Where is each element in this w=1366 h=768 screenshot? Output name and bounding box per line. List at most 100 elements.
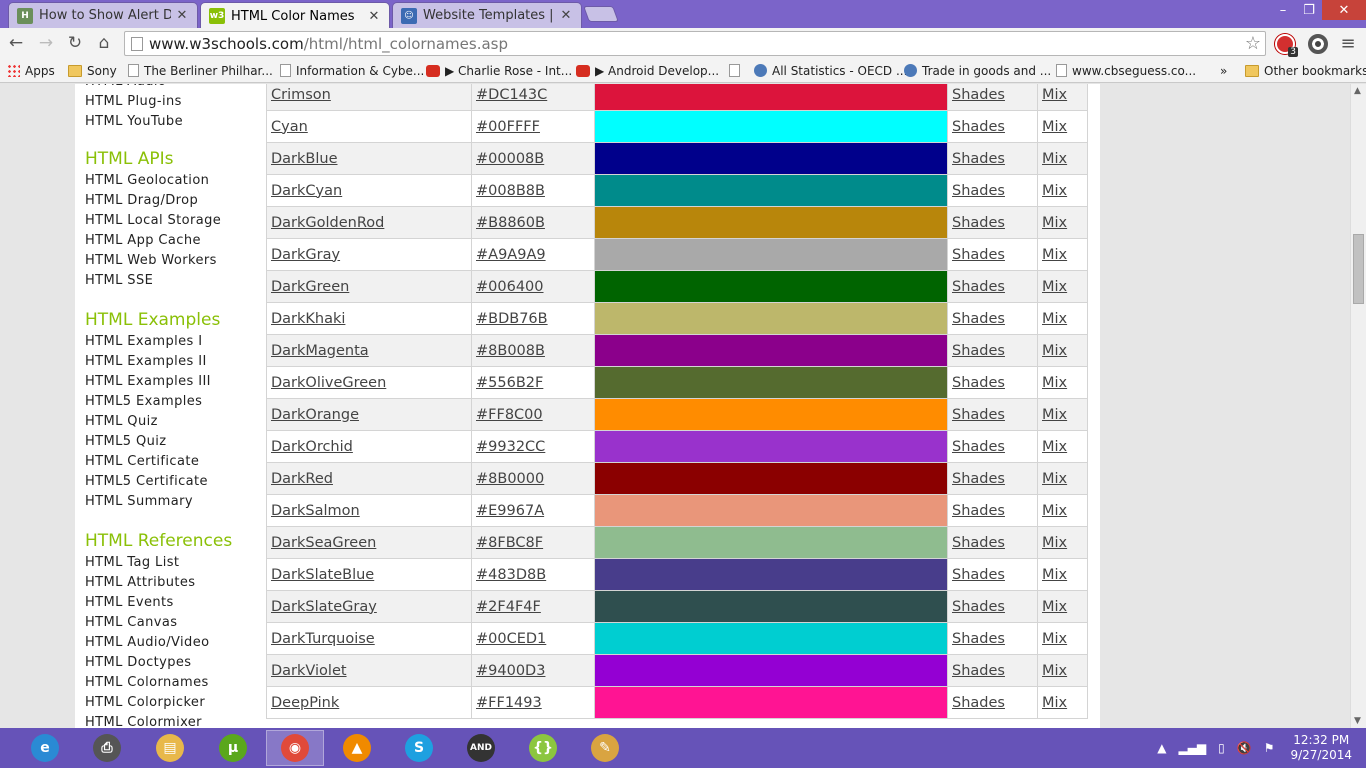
battery-icon[interactable]: ▯ — [1218, 741, 1225, 755]
taskbar-app[interactable]: ▲ — [328, 730, 386, 766]
color-name-link[interactable]: Crimson — [271, 87, 331, 103]
sidebar-link[interactable]: HTML Doctypes — [85, 655, 191, 670]
mix-link[interactable]: Mix — [1042, 119, 1067, 135]
new-tab-button[interactable] — [583, 6, 619, 22]
color-hex-link[interactable]: #006400 — [476, 279, 544, 295]
adblock-extension-icon[interactable]: 3 — [1275, 34, 1298, 57]
bookmark-trade-goods[interactable]: Trade in goods and ... — [904, 62, 1051, 79]
sidebar-link[interactable]: HTML Summary — [85, 494, 193, 509]
tab-alert-dialog[interactable]: H How to Show Alert Dialog ✕ — [8, 2, 198, 28]
sidebar-link[interactable]: HTML YouTube — [85, 114, 183, 129]
bookmark-blank-page[interactable] — [729, 62, 745, 79]
color-hex-link[interactable]: #00CED1 — [476, 631, 546, 647]
taskbar-app[interactable]: e — [16, 730, 74, 766]
bookmark-sony[interactable]: Sony — [68, 62, 117, 79]
color-hex-link[interactable]: #FF1493 — [476, 695, 542, 711]
mix-link[interactable]: Mix — [1042, 343, 1067, 359]
bookmark-overflow-chevron[interactable]: » — [1220, 62, 1227, 79]
bookmark-star-icon[interactable]: ☆ — [1245, 33, 1261, 54]
taskbar-app[interactable]: ✎ — [576, 730, 634, 766]
sidebar-link[interactable]: HTML Canvas — [85, 615, 177, 630]
sidebar-link[interactable]: HTML5 Quiz — [85, 434, 167, 449]
shades-link[interactable]: Shades — [952, 663, 1005, 679]
shades-link[interactable]: Shades — [952, 599, 1005, 615]
sidebar-link[interactable]: HTML Colorpicker — [85, 695, 205, 710]
shades-link[interactable]: Shades — [952, 183, 1005, 199]
sidebar-link[interactable]: HTML Colornames — [85, 675, 209, 690]
color-hex-link[interactable]: #8B008B — [476, 343, 545, 359]
shades-link[interactable]: Shades — [952, 247, 1005, 263]
bookmark-other-bookmarks[interactable]: Other bookmarks — [1245, 62, 1366, 79]
system-clock[interactable]: 12:32 PM 9/27/2014 — [1290, 733, 1352, 763]
forward-arrow-icon[interactable]: → — [36, 33, 56, 53]
sidebar-link[interactable]: HTML Events — [85, 595, 174, 610]
color-name-link[interactable]: DarkGray — [271, 247, 340, 263]
sidebar-link[interactable]: HTML App Cache — [85, 233, 201, 248]
shades-link[interactable]: Shades — [952, 279, 1005, 295]
shades-link[interactable]: Shades — [952, 439, 1005, 455]
address-bar[interactable]: www.w3schools.com/html/html_colornames.a… — [124, 31, 1266, 56]
taskbar-app[interactable]: µ — [204, 730, 262, 766]
shades-link[interactable]: Shades — [952, 215, 1005, 231]
color-name-link[interactable]: DarkOrange — [271, 407, 359, 423]
color-hex-link[interactable]: #9932CC — [476, 439, 545, 455]
network-signal-icon[interactable]: ▂▄▆ — [1178, 741, 1206, 755]
color-name-link[interactable]: Cyan — [271, 119, 308, 135]
mix-link[interactable]: Mix — [1042, 567, 1067, 583]
color-hex-link[interactable]: #E9967A — [476, 503, 544, 519]
mix-link[interactable]: Mix — [1042, 439, 1067, 455]
color-name-link[interactable]: DarkMagenta — [271, 343, 369, 359]
mix-link[interactable]: Mix — [1042, 279, 1067, 295]
mix-link[interactable]: Mix — [1042, 375, 1067, 391]
bookmark-berliner[interactable]: The Berliner Philhar... — [128, 62, 273, 79]
sidebar-link[interactable]: HTML Plug-ins — [85, 94, 182, 109]
bookmark-charlie-rose[interactable]: ▶ Charlie Rose - Int... — [426, 62, 572, 79]
shades-link[interactable]: Shades — [952, 567, 1005, 583]
sidebar-link[interactable]: HTML5 Examples — [85, 394, 202, 409]
color-name-link[interactable]: DarkGoldenRod — [271, 215, 384, 231]
sidebar-link[interactable]: HTML Colormixer — [85, 715, 202, 728]
sidebar-link[interactable]: HTML Examples III — [85, 374, 211, 389]
color-hex-link[interactable]: #00008B — [476, 151, 544, 167]
shades-link[interactable]: Shades — [952, 343, 1005, 359]
shades-link[interactable]: Shades — [952, 407, 1005, 423]
taskbar-app[interactable]: ◉ — [266, 730, 324, 766]
shades-link[interactable]: Shades — [952, 311, 1005, 327]
scroll-down-arrow-icon[interactable]: ▼ — [1354, 716, 1361, 726]
sidebar-link[interactable]: HTML Examples II — [85, 354, 207, 369]
reload-icon[interactable]: ↻ — [65, 33, 85, 53]
color-name-link[interactable]: DeepPink — [271, 695, 339, 711]
vertical-scrollbar[interactable]: ▲ ▼ — [1350, 84, 1366, 728]
tab-html-color-names[interactable]: w3 HTML Color Names ✕ — [200, 2, 390, 29]
tab-close-icon[interactable]: ✕ — [559, 8, 573, 23]
mix-link[interactable]: Mix — [1042, 407, 1067, 423]
bookmark-android-develop[interactable]: ▶ Android Develop... — [576, 62, 719, 79]
taskbar-app[interactable]: AND — [452, 730, 510, 766]
color-name-link[interactable]: DarkRed — [271, 471, 333, 487]
bookmark-oecd[interactable]: All Statistics - OECD ... — [754, 62, 907, 79]
mix-link[interactable]: Mix — [1042, 215, 1067, 231]
sidebar-link[interactable]: HTML Tag List — [85, 555, 179, 570]
back-arrow-icon[interactable]: ← — [6, 33, 26, 53]
mix-link[interactable]: Mix — [1042, 535, 1067, 551]
bookmark-apps[interactable]: Apps — [7, 62, 55, 79]
shades-link[interactable]: Shades — [952, 535, 1005, 551]
color-name-link[interactable]: DarkSalmon — [271, 503, 360, 519]
mix-link[interactable]: Mix — [1042, 503, 1067, 519]
color-name-link[interactable]: DarkSlateBlue — [271, 567, 374, 583]
shades-link[interactable]: Shades — [952, 631, 1005, 647]
mix-link[interactable]: Mix — [1042, 631, 1067, 647]
sidebar-link[interactable]: HTML Geolocation — [85, 173, 209, 188]
shades-link[interactable]: Shades — [952, 471, 1005, 487]
shades-link[interactable]: Shades — [952, 695, 1005, 711]
tab-close-icon[interactable]: ✕ — [175, 8, 189, 23]
sidebar-link[interactable]: HTML Web Workers — [85, 253, 217, 268]
home-icon[interactable]: ⌂ — [94, 33, 114, 53]
color-name-link[interactable]: DarkCyan — [271, 183, 342, 199]
shades-link[interactable]: Shades — [952, 119, 1005, 135]
volume-muted-icon[interactable]: 🔇 — [1237, 741, 1252, 755]
taskbar-app[interactable]: S — [390, 730, 448, 766]
shades-link[interactable]: Shades — [952, 503, 1005, 519]
color-name-link[interactable]: DarkBlue — [271, 151, 338, 167]
mix-link[interactable]: Mix — [1042, 183, 1067, 199]
